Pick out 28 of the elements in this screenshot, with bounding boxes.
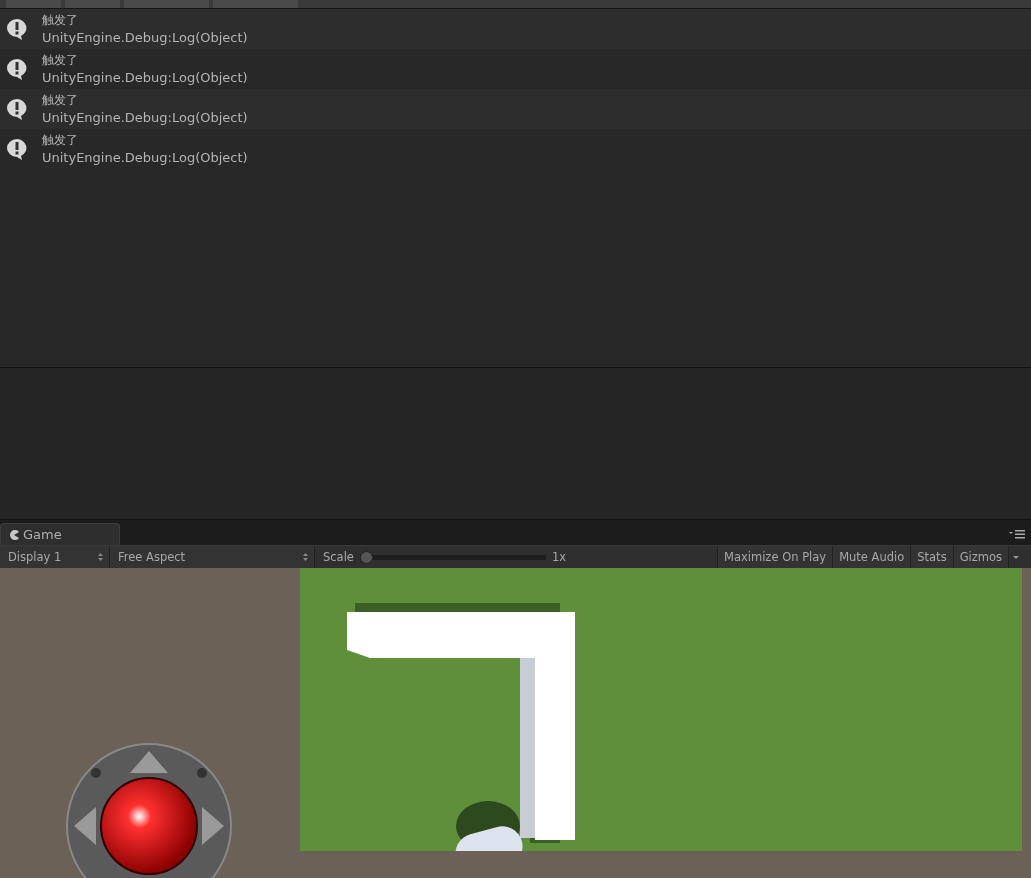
speech-bubble-icon: [6, 138, 28, 160]
speech-bubble-icon: [6, 98, 28, 120]
log-stack-trace: UnityEngine.Debug:Log(Object): [42, 149, 248, 167]
log-message: 触发了: [42, 132, 79, 149]
display-dropdown[interactable]: Display 1: [0, 546, 110, 568]
menu-icon[interactable]: [1009, 529, 1025, 539]
toolbar-toggle[interactable]: Stats: [910, 546, 953, 568]
updown-icon: [98, 553, 103, 561]
log-stack-trace: UnityEngine.Debug:Log(Object): [42, 69, 248, 87]
log-message: 触发了: [42, 52, 79, 69]
updown-icon: [303, 553, 308, 561]
toolbar-toggle[interactable]: Mute Audio: [832, 546, 911, 568]
log-stack-trace: UnityEngine.Debug:Log(Object): [42, 109, 248, 127]
log-entry[interactable]: 触发了 UnityEngine.Debug:Log(Object): [0, 9, 1031, 49]
slider-thumb[interactable]: [359, 550, 373, 564]
toolbar-toggle[interactable]: Gizmos: [952, 546, 1008, 568]
log-entry[interactable]: 触发了 UnityEngine.Debug:Log(Object): [0, 89, 1031, 129]
log-message: 触发了: [42, 92, 79, 109]
scale-label: Scale: [323, 550, 354, 564]
speech-bubble-icon: [6, 18, 28, 40]
pacman-icon: [9, 529, 19, 540]
log-message: 触发了: [42, 12, 79, 29]
speech-bubble-icon: [6, 58, 28, 80]
aspect-dropdown[interactable]: Free Aspect: [110, 546, 315, 568]
toolbar-toggle[interactable]: Maximize On Play: [717, 546, 833, 568]
scale-value: 1x: [551, 550, 567, 564]
game-tab[interactable]: Game: [0, 523, 120, 545]
log-stack-trace: UnityEngine.Debug:Log(Object): [42, 29, 248, 47]
